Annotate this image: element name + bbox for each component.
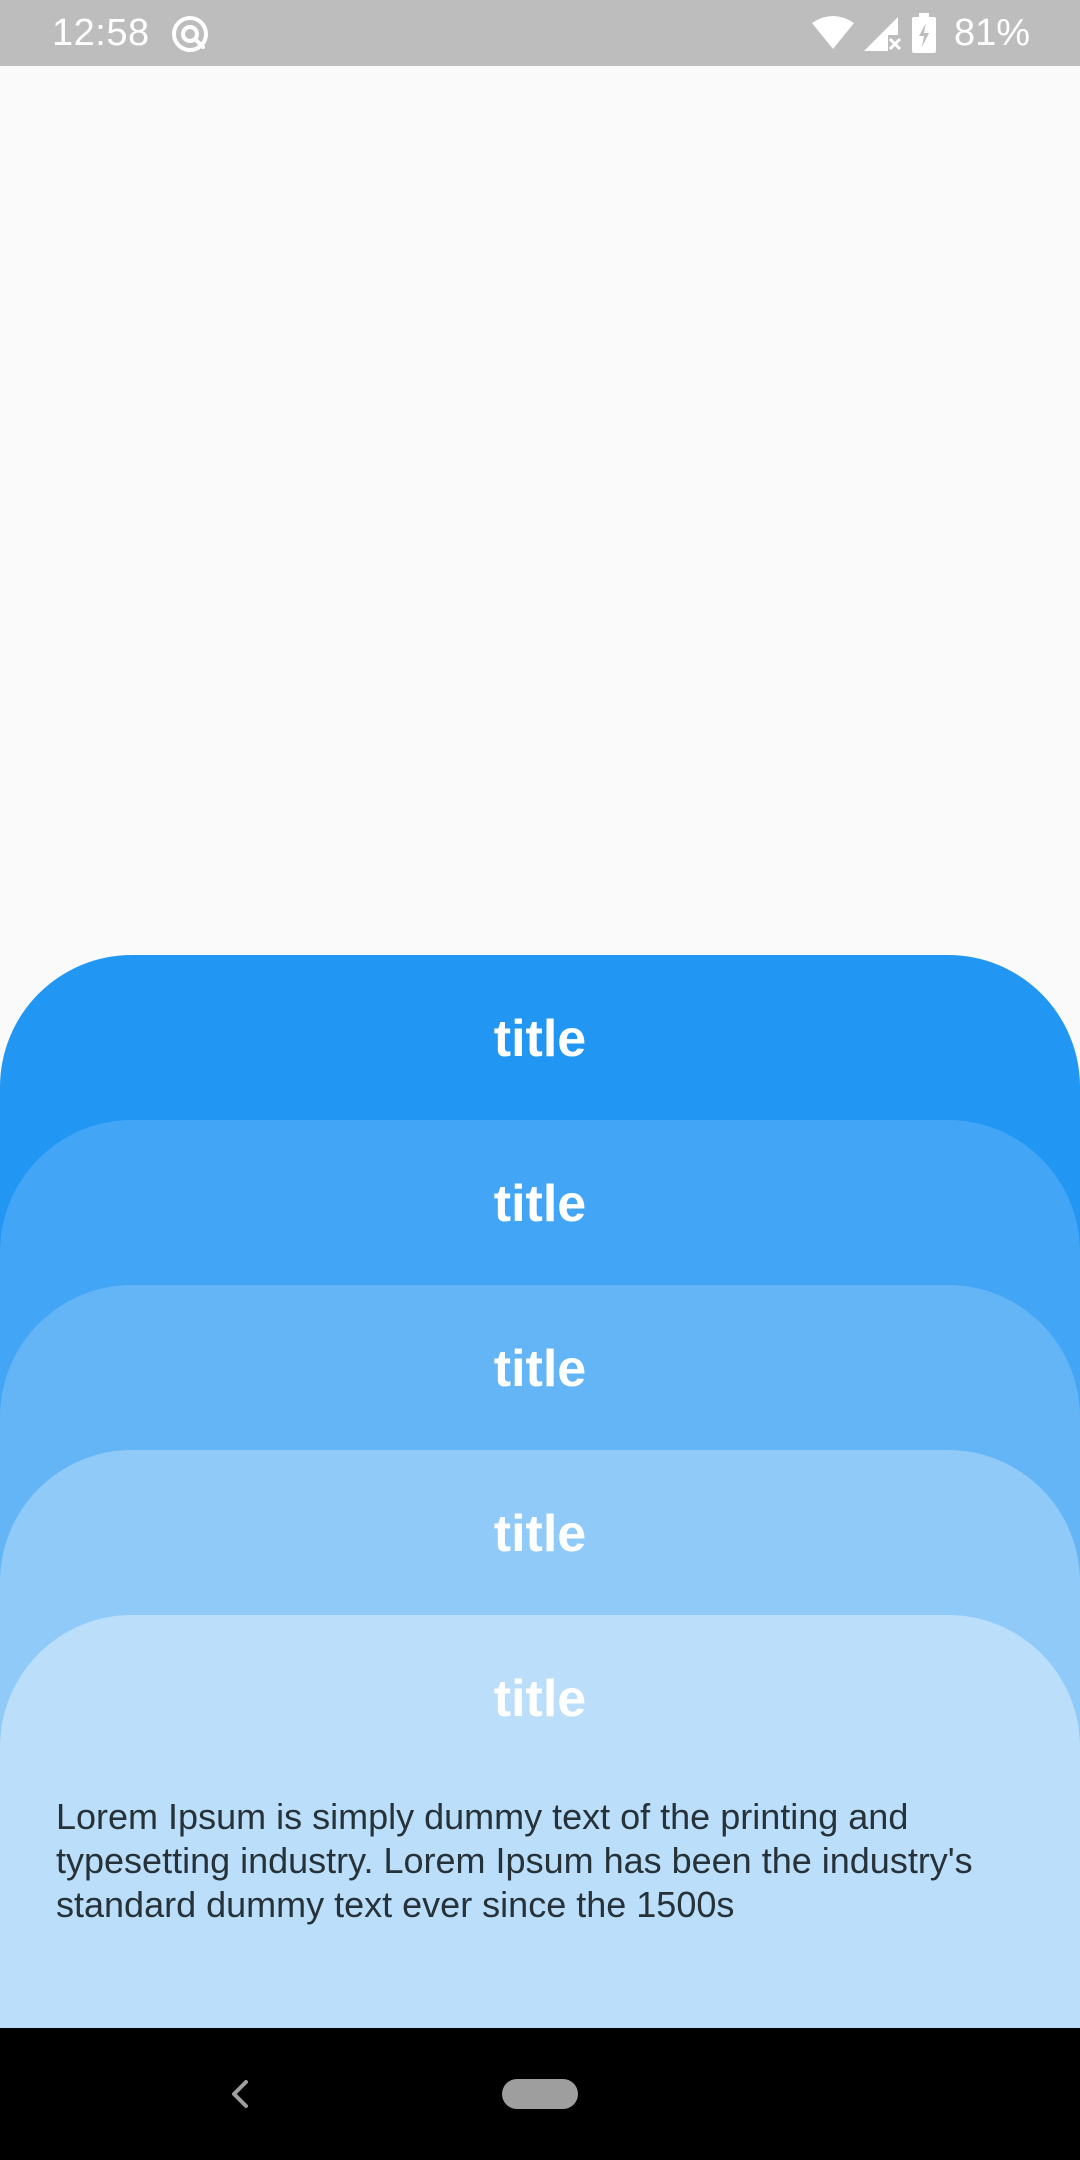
card-body-text: Lorem Ipsum is simply dummy text of the … [56,1796,973,1925]
status-bar: 12:58 81% [0,0,1080,66]
home-pill-icon[interactable] [502,2079,578,2109]
card-title: title [493,1175,587,1233]
signal-no-data-icon [863,17,901,51]
app-screen: 12:58 81% title title title title title … [0,0,1080,2160]
status-indicators: 81% [811,12,1030,54]
battery-charging-icon [911,13,936,53]
card-title: title [493,1010,587,1068]
card-title: title [493,1340,587,1398]
card-5[interactable]: title Lorem Ipsum is simply dummy text o… [0,1615,1080,2028]
card-title: title [493,1670,587,1728]
back-chevron-icon[interactable] [224,2076,254,2112]
status-time: 12:58 [52,12,150,54]
battery-percent: 81% [953,12,1030,54]
card-title: title [493,1505,587,1563]
wifi-icon [811,16,854,49]
navigation-bar [0,2028,1080,2160]
sync-circle-icon [172,16,208,52]
